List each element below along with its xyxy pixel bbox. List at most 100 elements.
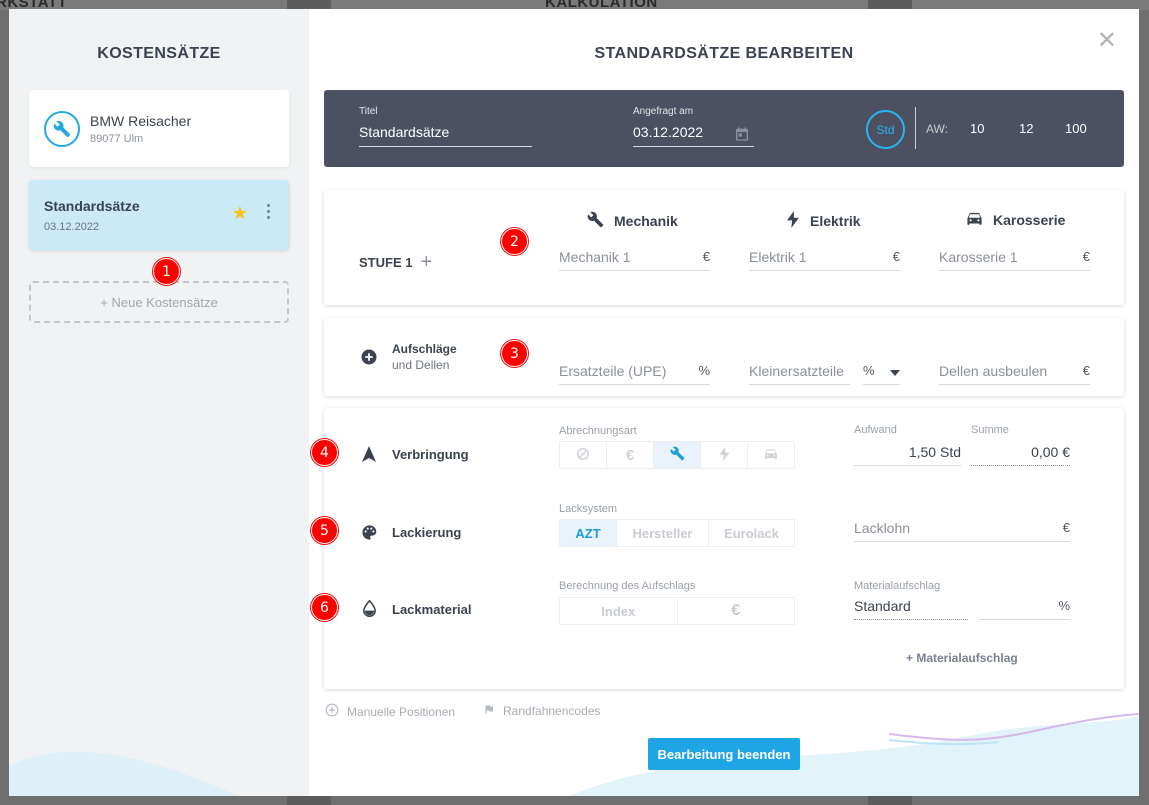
option-hersteller[interactable]: Hersteller (617, 520, 709, 546)
option-elektrik[interactable] (701, 442, 748, 468)
page-title: STANDARDSÄTZE BEARBEITEN (594, 45, 854, 62)
berechnung-label: Berechnung des Aufschlags (559, 580, 696, 592)
column-header-karosserie: Karosserie (966, 211, 1065, 229)
column-header-elektrik: Elektrik (786, 211, 861, 231)
navigation-arrow-icon (360, 445, 378, 463)
option-euro[interactable]: € (607, 442, 654, 468)
caret-down-icon (890, 363, 900, 379)
verbringung-label: Verbringung (392, 447, 469, 462)
aufwand-input[interactable]: 1,50 Std (854, 438, 961, 466)
abrechnungsart-label: Abrechnungsart (559, 425, 637, 437)
star-icon[interactable]: ★ (232, 204, 248, 222)
aw-value-100[interactable]: 100 (1065, 121, 1087, 136)
karosserie-rate-input[interactable]: Karosserie 1 € (939, 243, 1090, 271)
calendar-icon[interactable] (734, 126, 750, 147)
unit-label: € (702, 249, 710, 264)
column-title: Elektrik (810, 213, 861, 229)
rate-card-bmw[interactable]: BMW Reisacher 89077 Ulm (29, 90, 289, 167)
add-stufe-icon[interactable]: + (420, 252, 432, 272)
card-name: Standardsätze (44, 198, 140, 214)
annotation-badge-5: 5 (311, 517, 338, 544)
aw-value-12[interactable]: 12 (1019, 121, 1033, 136)
lackierung-label: Lackierung (392, 525, 462, 540)
unit-select[interactable]: % (863, 357, 900, 385)
rates-sidebar: KOSTENSÄTZE BMW Reisacher 89077 Ulm Stan… (9, 9, 309, 796)
stufe-row: STUFE 1 + (359, 252, 432, 272)
option-mechanik[interactable] (654, 442, 701, 468)
kleinersatzteile-input[interactable]: Kleinersatzteile (749, 357, 850, 385)
column-title: Karosserie (993, 212, 1066, 228)
wrench-icon (587, 211, 604, 231)
euro-icon: € (625, 446, 635, 464)
field-placeholder: Mechanik 1 (559, 248, 631, 265)
field-placeholder: Kleinersatzteile (749, 362, 844, 379)
std-toggle[interactable]: Std (866, 110, 905, 149)
bolt-icon (719, 446, 730, 464)
title-input[interactable]: Standardsätze (359, 124, 532, 147)
title-label: Titel (359, 106, 378, 117)
new-rates-button[interactable]: + Neue Kostensätze (29, 281, 289, 323)
lacklohn-input[interactable]: Lacklohn € (854, 514, 1070, 542)
annotation-badge-2: 2 (501, 228, 528, 255)
materialaufschlag-select[interactable]: Standard (854, 592, 968, 620)
summe-label: Summe (971, 424, 1009, 436)
drop-icon (360, 599, 378, 617)
add-materialaufschlag-link[interactable]: + Materialaufschlag (906, 651, 1018, 665)
lacksystem-selector[interactable]: AZT Hersteller Eurolack (559, 519, 795, 547)
field-placeholder: Elektrik 1 (749, 248, 807, 265)
column-title: Mechanik (614, 213, 678, 229)
annotation-badge-6: 6 (311, 594, 338, 621)
surcharges-label: Aufschläge und Dellen (392, 342, 457, 372)
annotation-badge-3: 3 (501, 340, 528, 367)
column-header-mechanik: Mechanik (587, 211, 678, 231)
option-karosserie[interactable] (748, 442, 794, 468)
unit-label: € (1082, 249, 1090, 264)
rate-header: Titel Standardsätze Angefragt am 03.12.2… (324, 90, 1124, 167)
unit-label: % (698, 363, 710, 378)
unit-label: % (1058, 598, 1070, 613)
option-index[interactable]: Index (560, 598, 678, 624)
sidebar-title: KOSTENSÄTZE (97, 45, 221, 62)
summe-value: 0,00 € (971, 438, 1070, 466)
edit-rates-modal: KOSTENSÄTZE BMW Reisacher 89077 Ulm Stan… (9, 9, 1139, 796)
add-circle-icon[interactable] (360, 348, 378, 366)
berechnung-selector[interactable]: Index € (559, 597, 795, 625)
mechanik-rate-input[interactable]: Mechanik 1 € (559, 243, 710, 271)
aw-value-10[interactable]: 10 (970, 121, 984, 136)
flag-icon (483, 703, 495, 719)
palette-icon (360, 523, 378, 541)
lackmaterial-label: Lackmaterial (392, 602, 472, 617)
lacksystem-label: Lacksystem (559, 503, 618, 515)
abrechnungsart-selector[interactable]: € (559, 441, 795, 469)
surcharges-title: Aufschläge (392, 342, 457, 356)
close-icon[interactable]: ✕ (1097, 29, 1117, 53)
more-options-icon[interactable] (267, 204, 271, 222)
elektrik-rate-input[interactable]: Elektrik 1 € (749, 243, 900, 271)
finish-editing-button[interactable]: Bearbeitung beenden (648, 738, 800, 770)
field-placeholder: Ersatzteile (UPE) (559, 362, 667, 379)
labor-rates-section: STUFE 1 + Mechanik Elektrik Karosserie M… (324, 190, 1124, 305)
option-none[interactable] (560, 442, 607, 468)
date-label: Angefragt am (633, 106, 694, 117)
aw-label: AW: (926, 122, 949, 136)
option-euro[interactable]: € (678, 598, 795, 624)
bolt-icon (786, 211, 800, 231)
field-placeholder: Dellen ausbeulen (939, 362, 1048, 379)
dellen-input[interactable]: Dellen ausbeulen € (939, 357, 1090, 385)
option-azt[interactable]: AZT (560, 520, 617, 546)
card-address: 89077 Ulm (90, 133, 144, 145)
manual-positions-link[interactable]: Manuelle Positionen (325, 703, 455, 720)
materialaufschlag-label: Materialaufschlag (854, 580, 941, 592)
card-date: 03.12.2022 (44, 221, 100, 233)
annotation-badge-1: 1 (153, 258, 180, 285)
car-icon (966, 211, 983, 229)
stufe-label: STUFE 1 (359, 254, 413, 270)
materialaufschlag-percent-input[interactable]: % (979, 592, 1070, 620)
ersatzteile-input[interactable]: Ersatzteile (UPE) % (559, 357, 710, 385)
surcharges-section: Aufschläge und Dellen Ersatzteile (UPE) … (324, 318, 1124, 396)
unit-label: € (1082, 363, 1090, 378)
option-eurolack[interactable]: Eurolack (709, 520, 794, 546)
rate-card-standard[interactable]: Standardsätze 03.12.2022 ★ (29, 180, 289, 250)
card-name: BMW Reisacher (90, 113, 192, 129)
unit-label: % (863, 363, 875, 378)
